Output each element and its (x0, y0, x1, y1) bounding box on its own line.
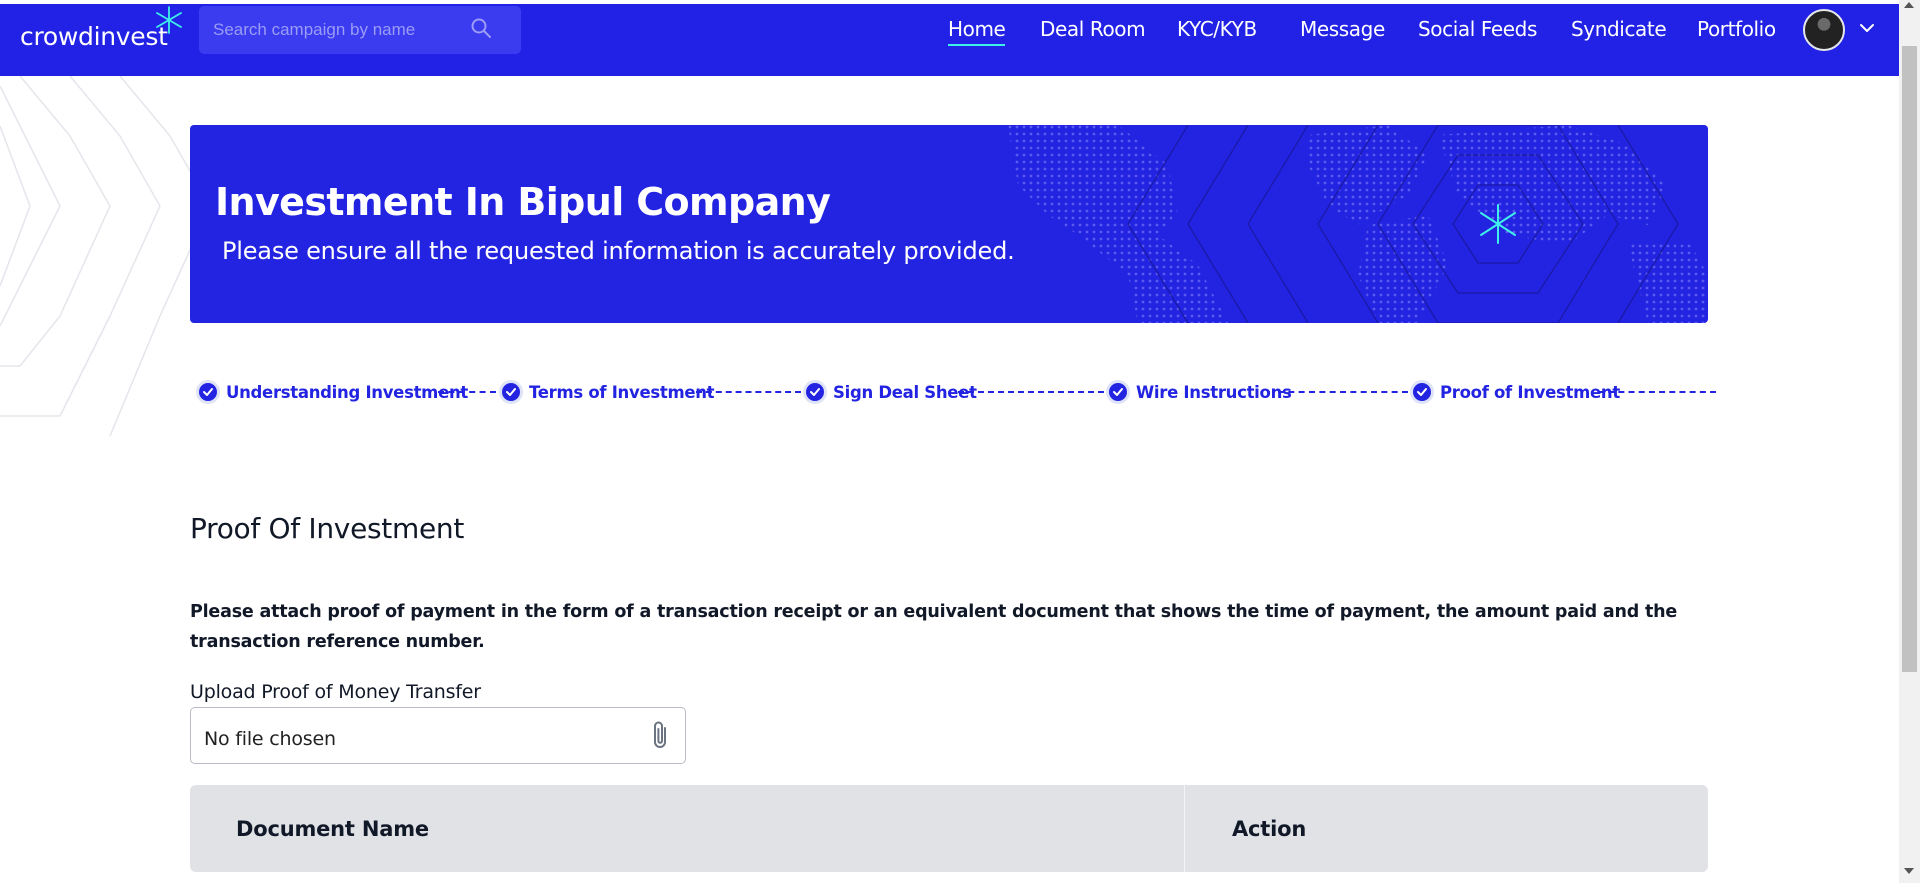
nav-home[interactable]: Home (948, 17, 1006, 46)
nav-kyc-kyb[interactable]: KYC/KYB (1177, 17, 1257, 41)
check-icon (1106, 380, 1130, 404)
column-header-document-name: Document Name (236, 817, 429, 841)
banner-title: Investment In Bipul Company (215, 180, 831, 224)
step-label: Wire Instructions (1136, 382, 1292, 402)
file-upload-field[interactable]: No file chosen (190, 707, 686, 764)
nav-portfolio[interactable]: Portfolio (1697, 17, 1776, 41)
step-wire-instructions[interactable]: Wire Instructions (1106, 379, 1292, 405)
campaign-banner: Investment In Bipul Company Please ensur… (190, 125, 1708, 323)
search-icon[interactable] (469, 16, 493, 40)
check-icon (1410, 380, 1434, 404)
page-scrollbar[interactable] (1899, 0, 1920, 883)
check-icon (803, 380, 827, 404)
scroll-up-arrow-icon[interactable] (1904, 2, 1914, 8)
upload-label: Upload Proof of Money Transfer (190, 681, 481, 703)
decorative-chevrons (0, 76, 211, 436)
investment-stepper: Understanding Investment Terms of Invest… (196, 379, 1716, 405)
column-header-action: Action (1232, 817, 1307, 841)
column-divider (1184, 785, 1185, 872)
file-status-text: No file chosen (204, 728, 336, 750)
step-label: Understanding Investment (226, 382, 469, 402)
instructions-text: Please attach proof of payment in the fo… (190, 602, 1678, 652)
scroll-thumb[interactable] (1902, 46, 1917, 672)
nav-syndicate[interactable]: Syndicate (1571, 17, 1667, 41)
nav-social-feeds[interactable]: Social Feeds (1418, 17, 1537, 41)
avatar[interactable] (1803, 9, 1845, 51)
search-box[interactable] (199, 6, 521, 54)
step-terms-of-investment[interactable]: Terms of Investment (499, 379, 715, 405)
step-connector (1278, 391, 1408, 393)
brand-star-icon (156, 6, 182, 34)
brand-logo[interactable]: crowdinvest (20, 22, 168, 51)
paperclip-icon[interactable] (647, 720, 675, 752)
check-icon (499, 380, 523, 404)
world-map-hexagon-art (1008, 125, 1708, 323)
search-input[interactable] (213, 20, 463, 40)
top-navbar: crowdinvest Home Deal Room KYC/KYB Messa… (0, 4, 1899, 76)
step-proof-of-investment[interactable]: Proof of Investment (1410, 379, 1620, 405)
nav-message[interactable]: Message (1300, 17, 1385, 41)
documents-table-header: Document Name Action (190, 785, 1708, 872)
step-sign-deal-sheet[interactable]: Sign Deal Sheet (803, 379, 977, 405)
step-label: Sign Deal Sheet (833, 382, 977, 402)
chevron-down-icon[interactable] (1858, 19, 1876, 37)
nav-deal-room[interactable]: Deal Room (1040, 17, 1146, 41)
section-title: Proof Of Investment (190, 512, 464, 545)
step-label: Proof of Investment (1440, 382, 1620, 402)
step-understanding-investment[interactable]: Understanding Investment (196, 379, 468, 405)
scroll-down-arrow-icon[interactable] (1904, 868, 1914, 874)
step-label: Terms of Investment (529, 382, 715, 402)
check-icon (196, 380, 220, 404)
banner-subtitle: Please ensure all the requested informat… (222, 237, 1015, 265)
step-connector (958, 391, 1104, 393)
